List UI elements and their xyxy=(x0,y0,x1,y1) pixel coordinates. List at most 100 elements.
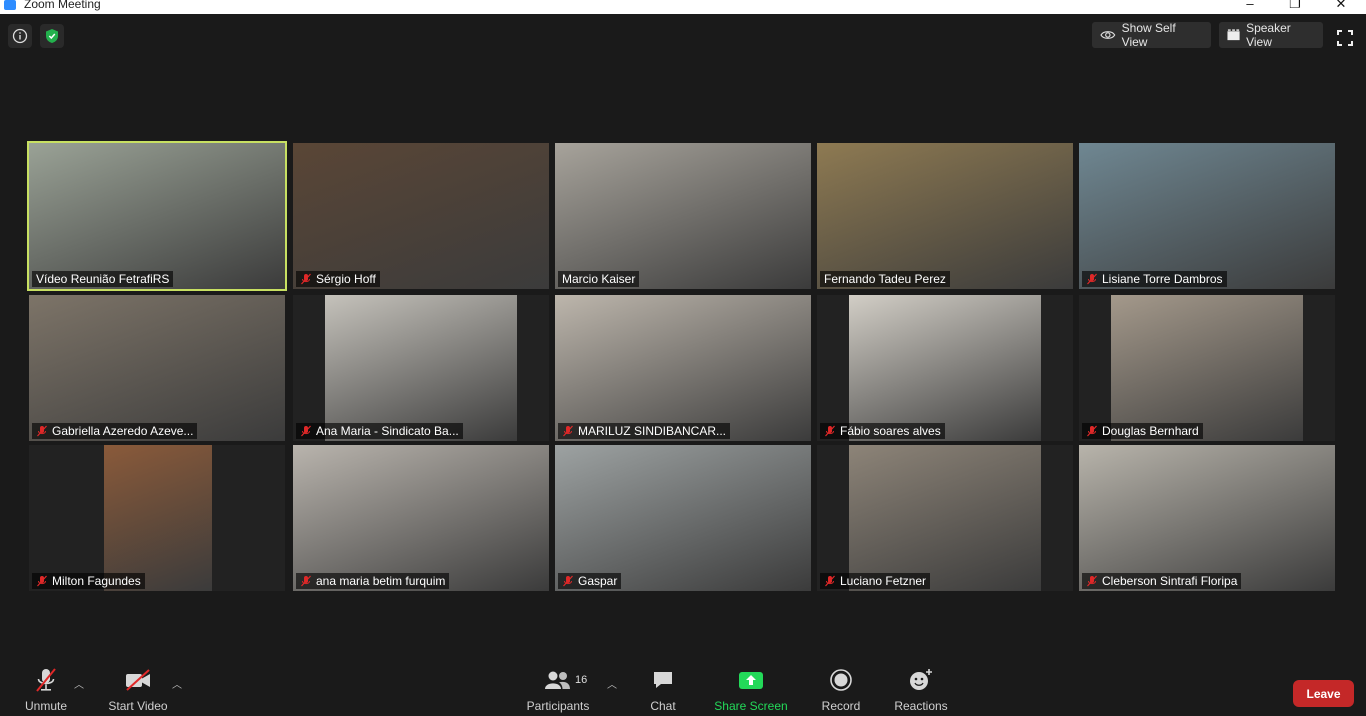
participant-tile[interactable]: Marcio Kaiser xyxy=(555,143,811,289)
participant-name-label: Cleberson Sintrafi Floripa xyxy=(1082,573,1242,589)
show-self-view-button[interactable]: Show Self View xyxy=(1092,21,1211,49)
chat-label: Chat xyxy=(650,699,676,713)
share-screen-button[interactable]: Share Screen xyxy=(714,664,788,716)
leave-button[interactable]: Leave xyxy=(1293,680,1354,707)
participant-video xyxy=(1111,295,1303,441)
maximize-button[interactable]: ❐ xyxy=(1272,0,1318,14)
mic-muted-icon xyxy=(1087,273,1097,285)
participant-name: Lisiane Torre Dambros xyxy=(1102,272,1223,286)
mic-muted-icon xyxy=(37,425,47,437)
participant-tile[interactable]: Milton Fagundes xyxy=(29,445,285,591)
participant-name: Vídeo Reunião FetrafiRS xyxy=(36,272,170,286)
participant-name: Fernando Tadeu Perez xyxy=(824,272,946,286)
share-screen-icon xyxy=(739,672,763,689)
participant-name-label: Luciano Fetzner xyxy=(820,573,931,589)
mic-muted-icon xyxy=(563,425,573,437)
participant-name: Gabriella Azeredo Azeve... xyxy=(52,424,194,438)
participant-tile[interactable]: Douglas Bernhard xyxy=(1079,295,1335,441)
share-screen-label: Share Screen xyxy=(714,699,788,713)
reactions-button[interactable]: Reactions xyxy=(893,664,949,716)
participant-tile[interactable]: Gabriella Azeredo Azeve... xyxy=(29,295,285,441)
window-title: Zoom Meeting xyxy=(24,0,101,11)
window-titlebar: Zoom Meeting – ❐ ✕ xyxy=(0,0,1366,14)
participant-video xyxy=(555,445,811,591)
video-off-icon xyxy=(126,669,150,691)
participants-options-chevron-icon[interactable]: ︿ xyxy=(607,676,617,691)
participant-name-label: Sérgio Hoff xyxy=(296,271,380,287)
participant-name-label: Milton Fagundes xyxy=(32,573,145,589)
mic-muted-icon xyxy=(301,425,311,437)
record-label: Record xyxy=(821,699,861,713)
participant-name: Luciano Fetzner xyxy=(840,574,927,588)
participant-tile[interactable]: Fernando Tadeu Perez xyxy=(817,143,1073,289)
participant-tile[interactable]: Gaspar xyxy=(555,445,811,591)
participant-tile[interactable]: ana maria betim furquim xyxy=(293,445,549,591)
fullscreen-icon[interactable] xyxy=(1335,28,1355,48)
participants-icon xyxy=(545,671,570,689)
record-icon xyxy=(830,669,852,691)
participant-name: Fábio soares alves xyxy=(840,424,941,438)
participant-video xyxy=(555,295,811,441)
mic-muted-icon xyxy=(825,425,835,437)
reactions-label: Reactions xyxy=(894,699,948,713)
mic-muted-icon xyxy=(301,273,311,285)
participant-tile[interactable]: Vídeo Reunião FetrafiRS xyxy=(27,141,287,291)
meeting-toolbar: Unmute ︿ Start Video ︿ Participants 16 ︿ xyxy=(0,664,1366,716)
participant-name: Milton Fagundes xyxy=(52,574,141,588)
participant-name: MARILUZ SINDIBANCAR... xyxy=(578,424,727,438)
participants-label: Participants xyxy=(526,699,590,713)
participant-tile[interactable]: Sérgio Hoff xyxy=(293,143,549,289)
unmute-button[interactable]: Unmute xyxy=(22,664,70,716)
participant-tile[interactable]: Fábio soares alves xyxy=(817,295,1073,441)
speaker-view-icon xyxy=(1227,29,1240,41)
participants-button[interactable]: Participants xyxy=(525,664,591,716)
participant-name-label: Gabriella Azeredo Azeve... xyxy=(32,423,198,439)
participant-video xyxy=(293,143,549,289)
show-self-view-label: Show Self View xyxy=(1121,21,1176,49)
mic-muted-icon xyxy=(563,575,573,587)
participant-video xyxy=(29,295,285,441)
minimize-button[interactable]: – xyxy=(1227,0,1273,14)
participant-tile[interactable]: MARILUZ SINDIBANCAR... xyxy=(555,295,811,441)
info-icon xyxy=(12,28,28,44)
participant-name-label: Lisiane Torre Dambros xyxy=(1082,271,1227,287)
participant-tile[interactable]: Lisiane Torre Dambros xyxy=(1079,143,1335,289)
mic-muted-icon xyxy=(36,668,56,692)
participants-count-badge: 16 xyxy=(575,674,588,686)
participant-name: Ana Maria - Sindicato Ba... xyxy=(316,424,459,438)
participant-video xyxy=(104,445,212,591)
encryption-button[interactable] xyxy=(40,24,64,48)
participant-name-label: Fábio soares alves xyxy=(820,423,945,439)
participant-tile[interactable]: Luciano Fetzner xyxy=(817,445,1073,591)
mic-muted-icon xyxy=(1087,575,1097,587)
reactions-icon xyxy=(910,669,932,690)
participant-tile[interactable]: Cleberson Sintrafi Floripa xyxy=(1079,445,1335,591)
start-video-button[interactable]: Start Video xyxy=(107,664,169,716)
participant-name: Cleberson Sintrafi Floripa xyxy=(1102,574,1238,588)
meeting-info-button[interactable] xyxy=(8,24,32,48)
participant-video xyxy=(817,143,1073,289)
shield-icon xyxy=(46,29,58,43)
mic-muted-icon xyxy=(825,575,835,587)
close-button[interactable]: ✕ xyxy=(1318,0,1364,14)
participant-name: Douglas Bernhard xyxy=(1102,424,1199,438)
participant-video xyxy=(555,143,811,289)
participant-video xyxy=(849,295,1041,441)
participant-name-label: Ana Maria - Sindicato Ba... xyxy=(296,423,463,439)
participant-name-label: ana maria betim furquim xyxy=(296,573,450,589)
participant-tile[interactable]: Ana Maria - Sindicato Ba... xyxy=(293,295,549,441)
participant-name-label: Vídeo Reunião FetrafiRS xyxy=(32,271,174,287)
mic-muted-icon xyxy=(37,575,47,587)
audio-options-chevron-icon[interactable]: ︿ xyxy=(74,676,84,691)
record-button[interactable]: Record xyxy=(819,664,863,716)
speaker-view-button[interactable]: Speaker View xyxy=(1219,21,1323,49)
participant-name: ana maria betim furquim xyxy=(316,574,446,588)
participant-name-label: Fernando Tadeu Perez xyxy=(820,271,950,287)
chat-button[interactable]: Chat xyxy=(645,664,681,716)
zoom-app-icon xyxy=(4,0,16,10)
participant-video xyxy=(325,295,517,441)
speaker-view-label: Speaker View xyxy=(1246,21,1291,49)
start-video-label: Start Video xyxy=(108,699,168,713)
video-options-chevron-icon[interactable]: ︿ xyxy=(172,676,182,691)
participant-video xyxy=(849,445,1041,591)
